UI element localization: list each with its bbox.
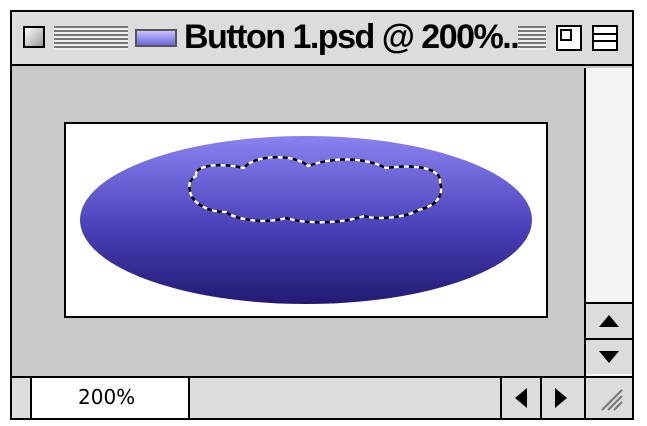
triangle-down-icon xyxy=(599,351,619,363)
ellipse-button-shape xyxy=(80,136,532,304)
triangle-left-icon xyxy=(515,388,527,408)
title-bar-stripes xyxy=(54,26,128,50)
zoom-level-field[interactable]: 200% xyxy=(30,378,190,418)
triangle-up-icon xyxy=(599,315,619,327)
document-canvas[interactable] xyxy=(64,122,548,318)
title-bar-stripes-right xyxy=(518,26,546,50)
document-proxy-icon[interactable] xyxy=(135,29,177,47)
zoom-box-icon[interactable] xyxy=(556,25,582,51)
button-artwork xyxy=(80,136,532,304)
title-bar[interactable]: Button 1.psd @ 200%... xyxy=(12,12,632,66)
scroll-right-button[interactable] xyxy=(540,378,580,418)
scroll-up-button[interactable] xyxy=(586,302,632,338)
vertical-scrollbar[interactable] xyxy=(584,68,632,376)
resize-grip-lines xyxy=(601,389,623,411)
triangle-right-icon xyxy=(555,388,567,408)
canvas-area xyxy=(30,68,584,376)
scroll-down-button[interactable] xyxy=(586,338,632,374)
scroll-left-button[interactable] xyxy=(500,378,540,418)
horizontal-scrollbar[interactable] xyxy=(190,378,580,418)
collapse-box-icon[interactable] xyxy=(592,25,618,51)
document-window: Button 1.psd @ 200%... 200% xyxy=(10,10,634,420)
window-title: Button 1.psd @ 200%... xyxy=(184,18,528,56)
status-bar: 200% xyxy=(12,376,632,418)
close-box-icon[interactable] xyxy=(23,26,45,48)
resize-grip-icon[interactable] xyxy=(584,378,632,418)
